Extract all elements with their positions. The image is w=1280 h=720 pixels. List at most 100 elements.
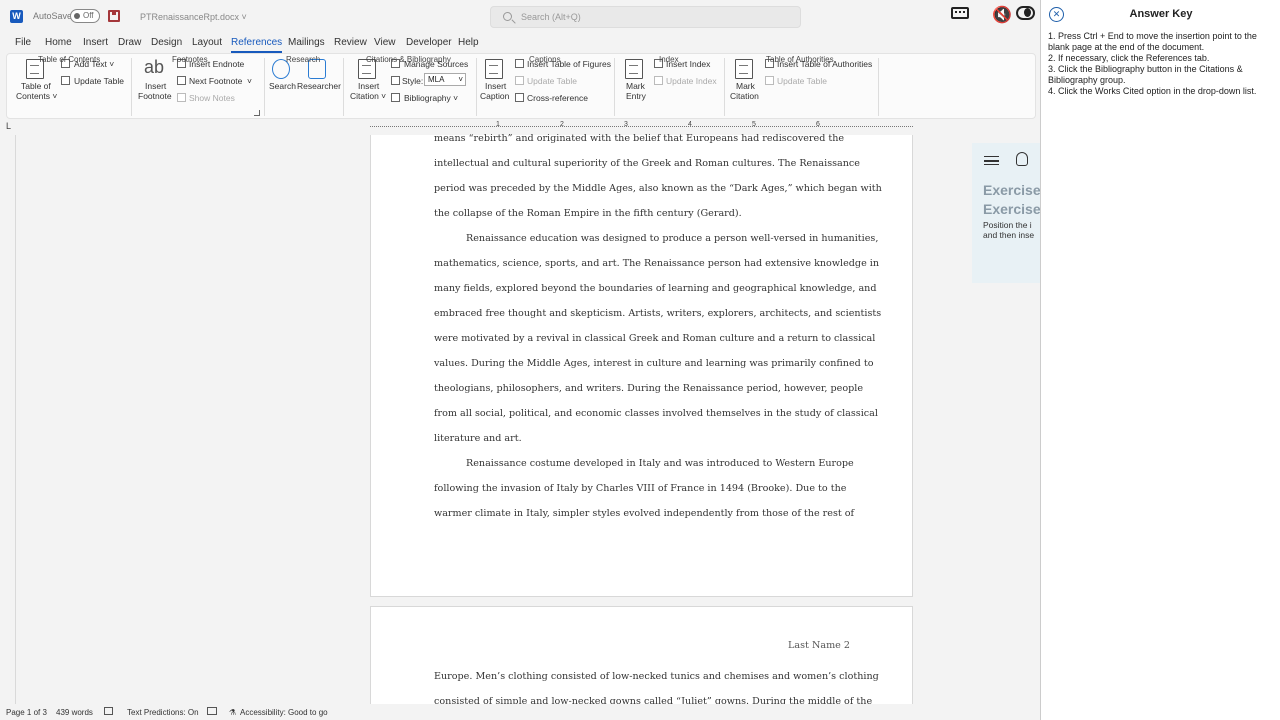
answer-key-title: Answer Key [1129,8,1193,20]
update-table-icon [61,76,70,85]
keyboard-icon[interactable] [951,7,969,19]
lightbulb-icon[interactable] [1016,152,1028,166]
insert-citation-line1[interactable]: Insert [358,81,379,91]
mark-entry-icon [625,59,643,79]
update-index-button[interactable]: Update Index [666,76,717,86]
insert-footnote-line1[interactable]: Insert [145,81,166,91]
toggle-knob [74,13,80,19]
closed-caption-toggle-icon[interactable] [1016,6,1035,20]
word-window: W AutoSave Off PTRenaissanceRpt.docx ˅ S… [0,0,1040,720]
group-label-research: Research [286,55,321,64]
next-footnote-button[interactable]: Next Footnote [189,76,242,86]
ruler-number: 6 [816,121,820,128]
ribbon-separator [264,58,265,116]
tab-selector[interactable]: L [6,121,11,131]
tab-layout[interactable]: Layout [192,37,222,48]
word-count[interactable]: 439 words [56,708,93,717]
ruler-number: 3 [624,121,628,128]
insert-footnote-line2[interactable]: Footnote [138,91,172,101]
show-notes-icon [177,93,186,102]
group-label-captions: Captions [529,55,561,64]
mark-citation-line2[interactable]: Citation [730,91,759,101]
mark-citation-line1[interactable]: Mark [736,81,755,91]
next-footnote-dropdown[interactable]: ˅ [247,76,252,86]
macro-icon[interactable] [207,707,217,715]
update-toc-button[interactable]: Update Table [74,76,124,86]
text-predictions[interactable]: Text Predictions: On [127,708,199,717]
answer-key-panel: ✕ Answer Key 1. Press Ctrl + End to move… [1040,0,1280,720]
update-authorities-icon [765,76,774,85]
proofing-icon[interactable] [104,707,113,715]
table-of-contents-button-line2[interactable]: Contents ˅ [16,91,57,101]
word-logo-icon: W [10,10,23,23]
insert-citation-line2[interactable]: Citation ˅ [350,91,386,101]
ruler-number: 1 [496,121,500,128]
menu-icon[interactable] [984,156,999,165]
tab-references[interactable]: References [231,37,283,53]
tab-developer[interactable]: Developer [406,37,452,48]
body-text-line: Renaissance education was designed to pr… [466,233,879,244]
ruler-number: 4 [688,121,692,128]
body-text-line: warmer climate in Italy, simpler styles … [434,508,855,519]
body-text-line: intellectual and cultural superiority of… [434,158,860,169]
tab-home[interactable]: Home [45,37,72,48]
body-text-line: Renaissance costume developed in Italy a… [466,458,854,469]
citation-style-value: MLA [428,75,445,84]
citation-style-select[interactable]: MLA ˅ [424,73,466,86]
show-notes-button[interactable]: Show Notes [189,93,235,103]
accessibility-status[interactable]: Accessibility: Good to go [240,708,328,717]
bibliography-icon [391,93,400,102]
ribbon-separator [476,58,477,116]
mark-entry-line1[interactable]: Mark [626,81,645,91]
accessibility-icon: ⚗ [229,708,237,717]
horizontal-ruler[interactable]: 1 2 3 4 5 6 [370,121,913,133]
save-icon[interactable] [108,10,120,22]
search-button[interactable]: Search [269,81,296,91]
insert-footnote-icon: ab [144,57,165,77]
tab-view[interactable]: View [374,37,396,48]
exercise-subtitle: Exercise [983,201,1040,217]
footnotes-dialog-launcher-icon[interactable] [254,110,260,116]
vertical-ruler [15,135,16,705]
tab-design[interactable]: Design [151,37,182,48]
tab-draw[interactable]: Draw [118,37,141,48]
researcher-button[interactable]: Researcher [297,81,341,91]
ribbon-tabs: File Home Insert Draw Design Layout Refe… [0,34,1040,53]
document-page-1[interactable]: means “rebirth” and originated with the … [370,133,913,597]
insert-caption-line2[interactable]: Caption [480,91,509,101]
insert-caption-line1[interactable]: Insert [485,81,506,91]
insert-caption-icon [485,59,503,79]
status-bar: Page 1 of 3 439 words Text Predictions: … [0,704,1040,720]
group-label-toc: Table of Contents [38,55,101,64]
tab-review[interactable]: Review [334,37,367,48]
body-text-line: embraced free thought and skepticism. Ar… [434,308,882,319]
body-text-line: values. During the Middle Ages, interest… [434,358,874,369]
bibliography-button[interactable]: Bibliography ˅ [404,93,458,103]
document-page-2[interactable]: Last Name 2 Europe. Men’s clothing consi… [370,606,913,707]
table-of-contents-button-line1[interactable]: Table of [21,81,51,91]
search-placeholder: Search (Alt+Q) [521,12,581,22]
update-figures-table-button[interactable]: Update Table [527,76,577,86]
mark-entry-line2[interactable]: Entry [626,91,646,101]
page-header: Last Name 2 [788,640,850,651]
tab-mailings[interactable]: Mailings [288,37,325,48]
tab-insert[interactable]: Insert [83,37,108,48]
cross-reference-icon [515,93,524,102]
update-authorities-table-button[interactable]: Update Table [777,76,827,86]
tab-help[interactable]: Help [458,37,479,48]
tab-file[interactable]: File [15,37,31,48]
answer-step: 4. Click the Works Cited option in the d… [1048,86,1257,96]
cross-reference-button[interactable]: Cross-reference [527,93,588,103]
style-icon [391,76,400,85]
document-name[interactable]: PTRenaissanceRpt.docx ˅ [140,12,247,22]
answer-step: 2. If necessary, click the References ta… [1048,53,1210,63]
autosave-toggle[interactable]: Off [70,9,100,23]
ribbon-separator [343,58,344,116]
body-text-line: literature and art. [434,433,522,444]
search-box[interactable]: Search (Alt+Q) [490,6,801,28]
exercise-text: Position the i [983,220,1032,230]
ribbon-separator [131,58,132,116]
search-icon [503,12,512,21]
page-count[interactable]: Page 1 of 3 [6,708,47,717]
mute-icon[interactable]: 🔇 [992,5,1012,25]
